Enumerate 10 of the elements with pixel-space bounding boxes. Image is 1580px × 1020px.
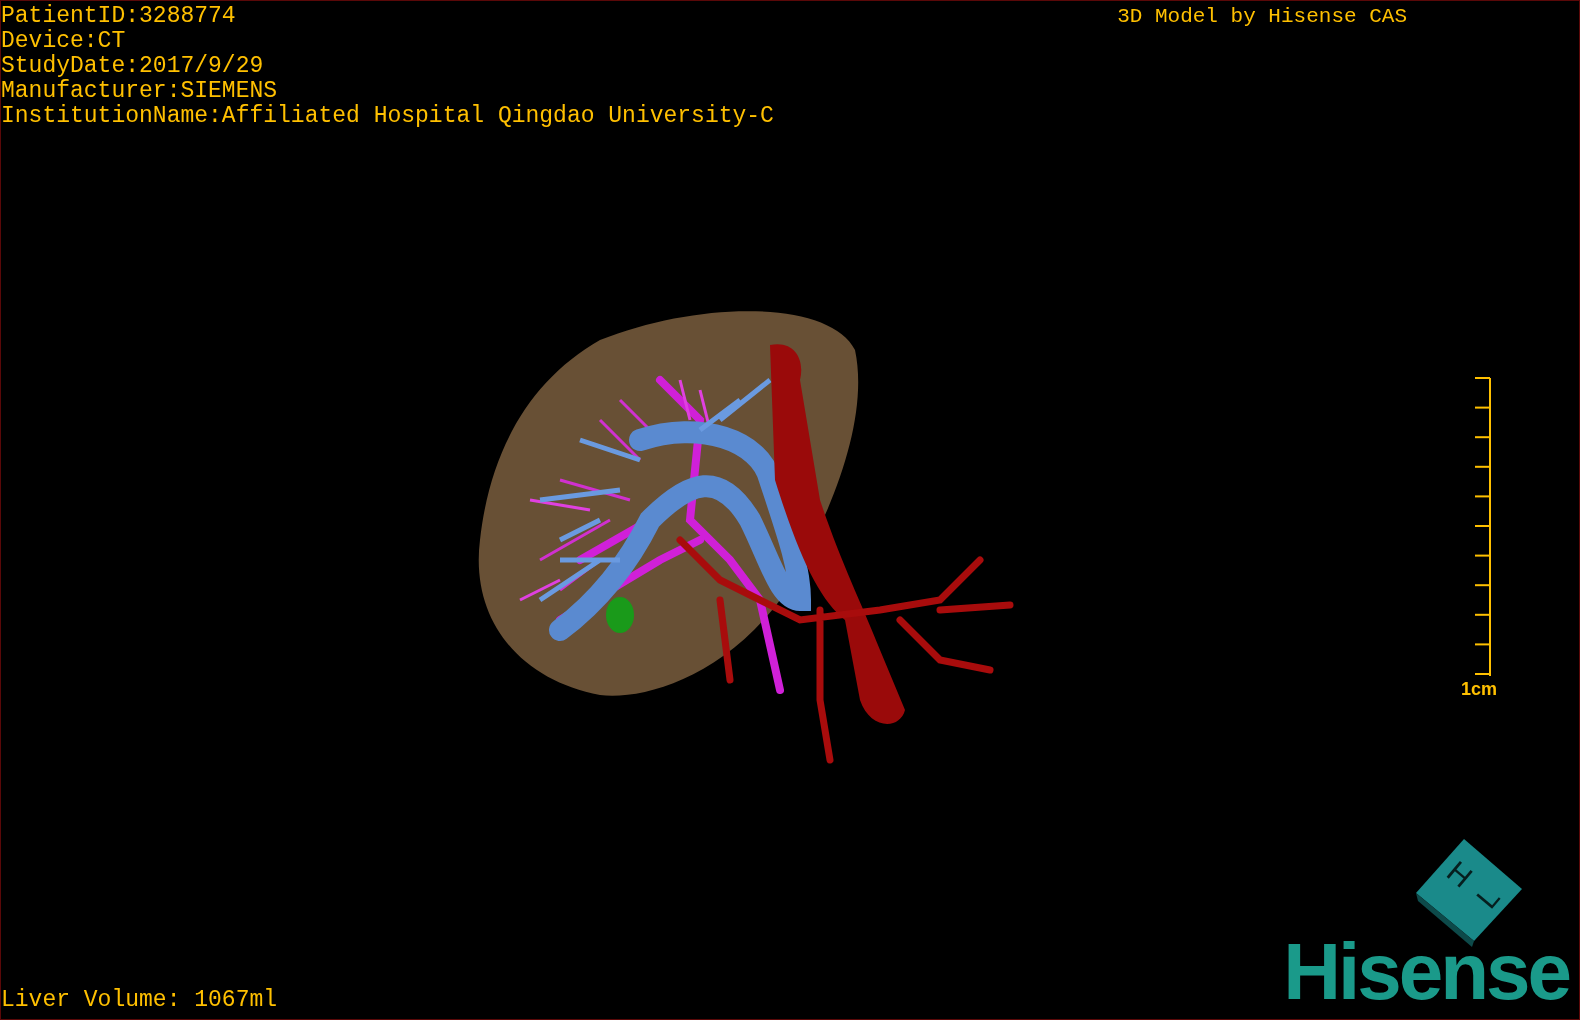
- title-text: 3D Model by Hisense CAS: [1117, 4, 1407, 30]
- patient-info-text: InstitutionName:Affiliated Hospital Qingdao University-C: [1, 104, 774, 129]
- patient-info-text: Manufacturer:SIEMENS: [1, 79, 278, 104]
- viewport-3d[interactable]: PatientID:3288774 Device:CT StudyDate:2017/9/29 Manufacturer:SIEMENS InstitutionName:Affiliated Hospital Qingdao University-C 3D Model by Hisense CAS 1cm Liver Volume: 1067ml H L Hisense: [0, 0, 1580, 1020]
- scale-bar-icon: [1473, 376, 1493, 677]
- patient-info-text: Device:CT: [1, 29, 126, 54]
- scale-label: 1cm: [1460, 678, 1497, 700]
- patient-info-text: PatientID:3288774: [1, 4, 236, 29]
- patient-info-text: StudyDate:2017/9/29: [1, 54, 264, 79]
- liver-volume-text: Liver Volume: 1067ml: [1, 988, 278, 1015]
